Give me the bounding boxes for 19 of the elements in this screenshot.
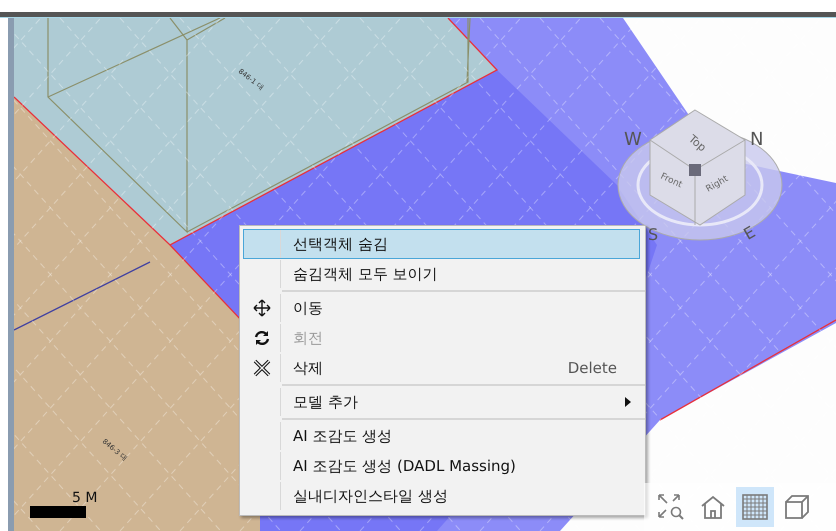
- menu-item[interactable]: 실내디자인스타일 생성: [243, 481, 640, 511]
- menu-item[interactable]: 삭제 Delete: [243, 353, 640, 383]
- menu-item[interactable]: 숨김객체 모두 보이기: [243, 259, 640, 289]
- menu-item[interactable]: 모델 추가: [243, 387, 640, 417]
- menu-item[interactable]: 선택객체 숨김: [243, 229, 640, 259]
- menu-item[interactable]: AI 조감도 생성 (DADL Massing): [243, 451, 640, 481]
- scale-label: 5 M: [72, 490, 98, 506]
- delete-icon: [253, 359, 271, 377]
- menu-item[interactable]: 이동: [243, 293, 640, 323]
- menu-item[interactable]: AI 조감도 생성: [243, 421, 640, 451]
- box-icon[interactable]: [784, 494, 810, 520]
- scale-bar: [30, 506, 86, 518]
- grid-icon[interactable]: [742, 494, 768, 520]
- home-icon[interactable]: [699, 493, 727, 521]
- rotate-icon: [253, 329, 271, 347]
- zoom-extents-icon[interactable]: [657, 493, 685, 521]
- toolbar-button[interactable]: [736, 487, 774, 527]
- move-icon: [253, 299, 271, 317]
- submenu-arrow-icon: [625, 397, 631, 407]
